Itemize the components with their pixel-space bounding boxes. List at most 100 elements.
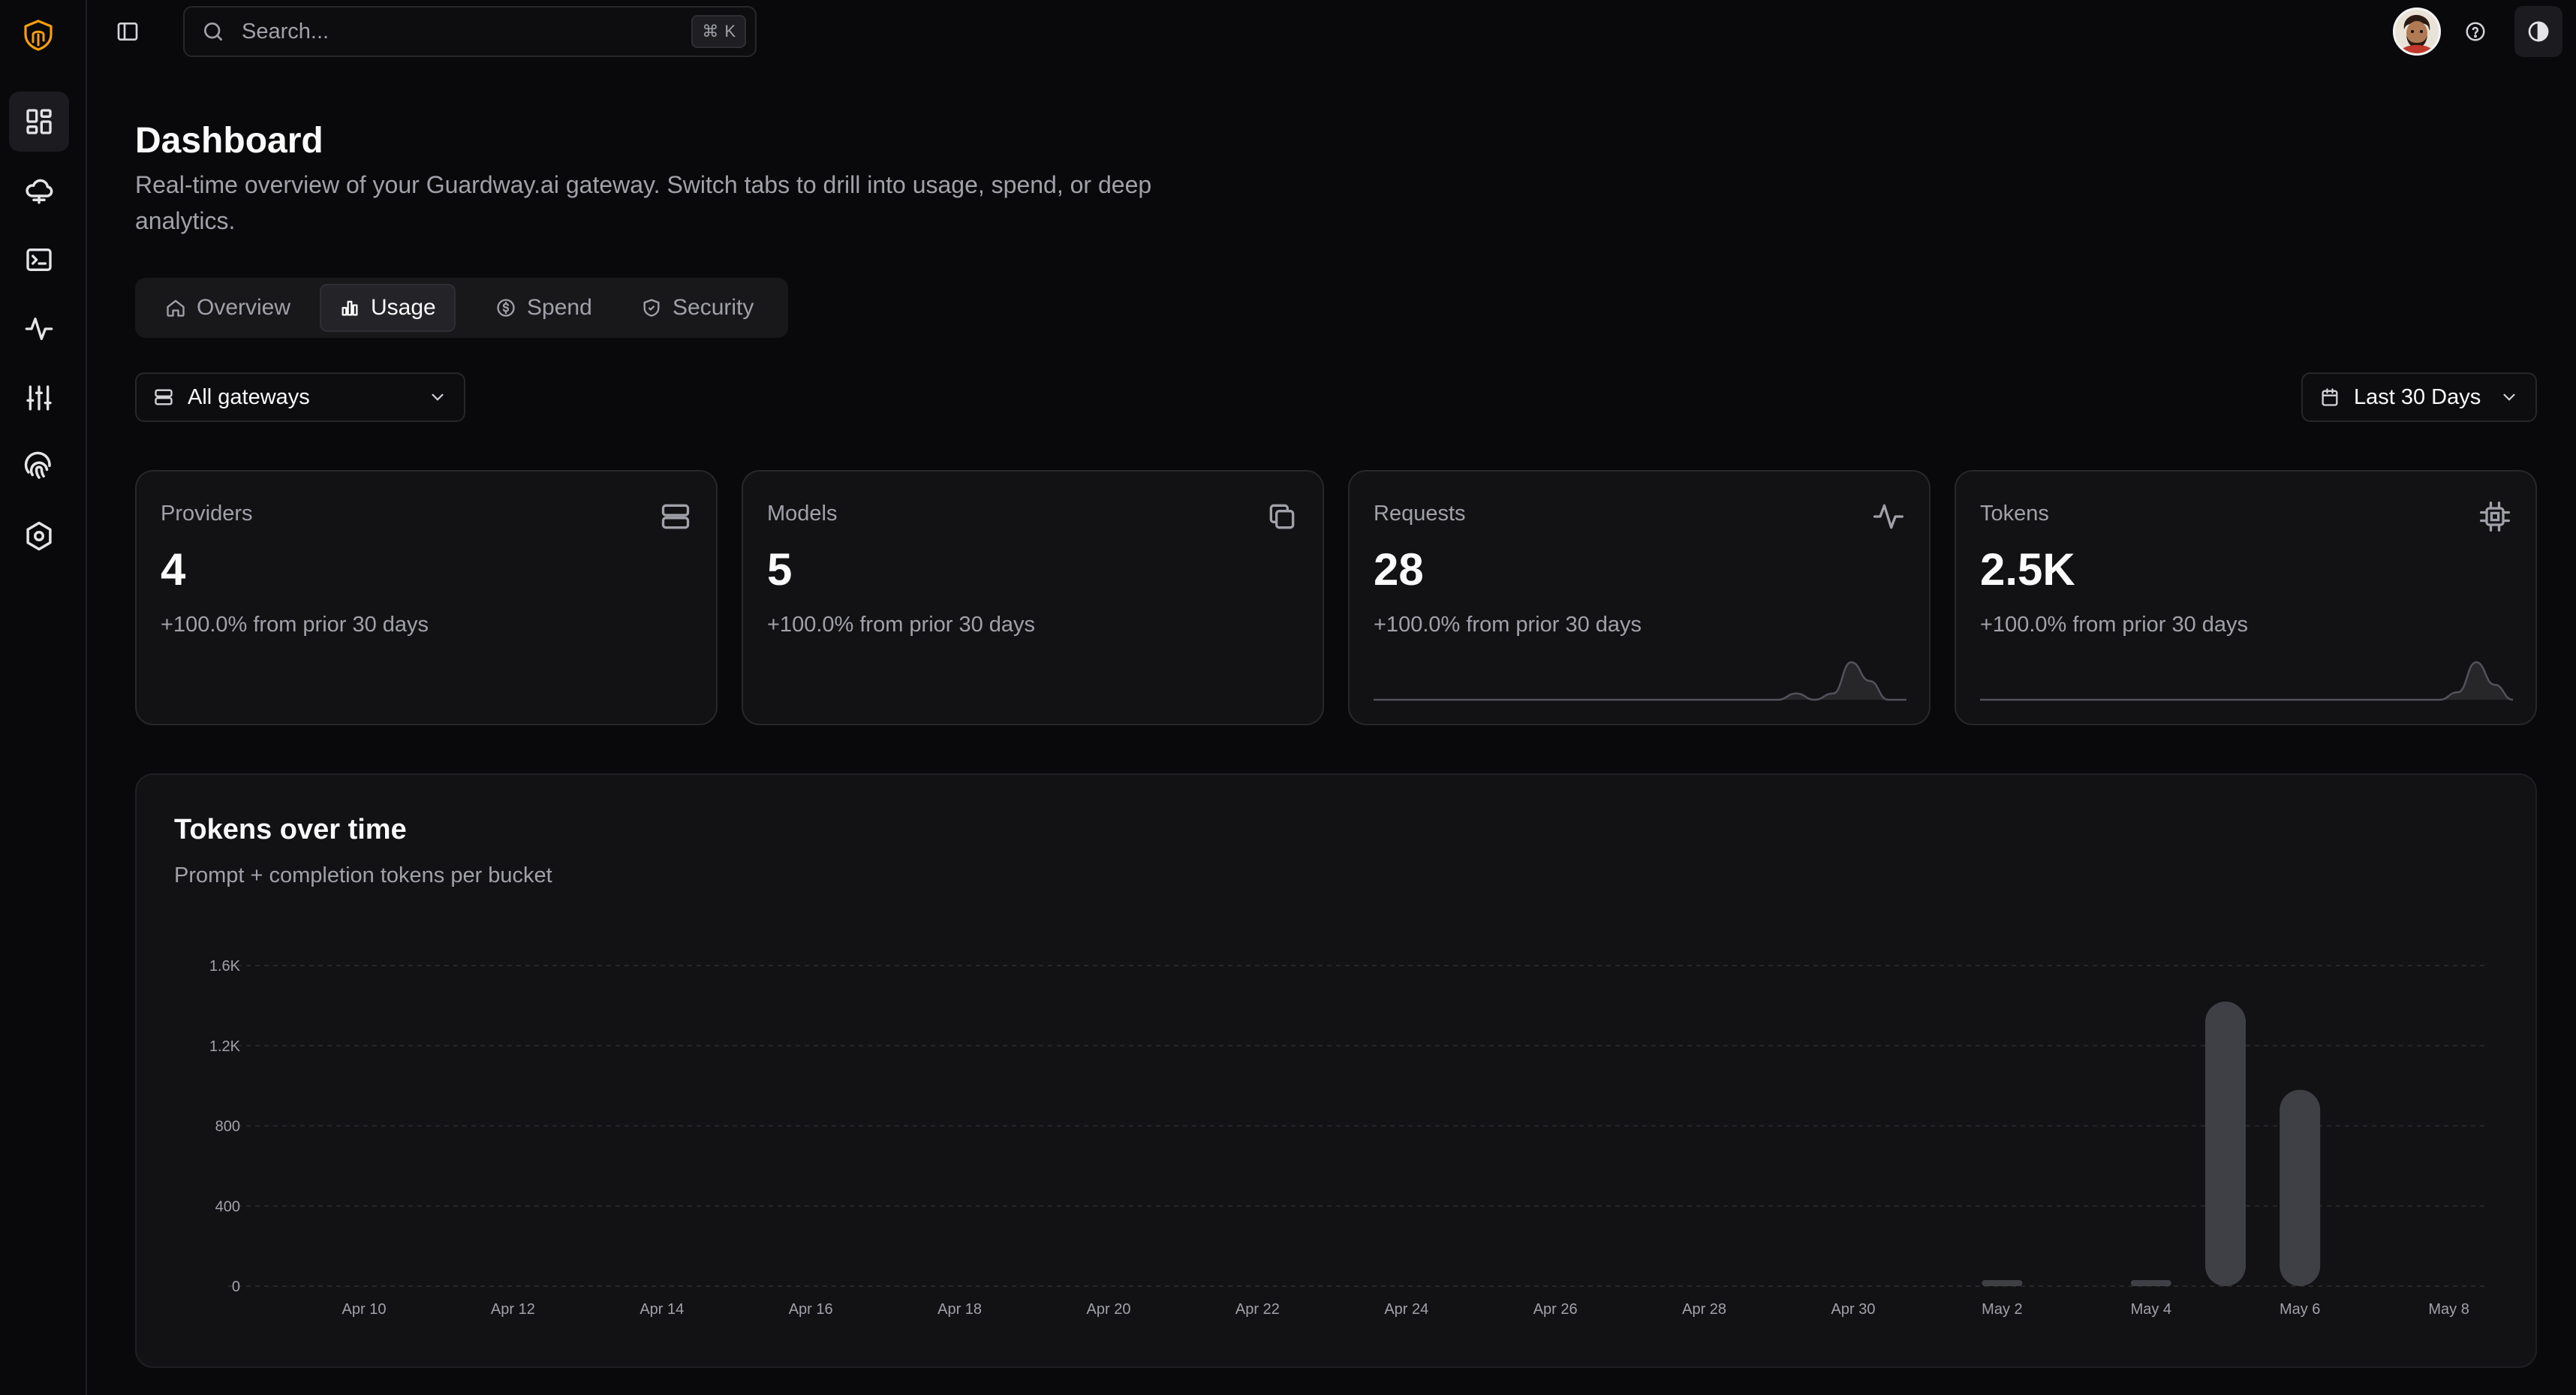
x-tick-label: Apr 20	[1087, 1301, 1131, 1318]
tokens-sparkline	[1980, 661, 2513, 701]
activity-icon	[24, 314, 54, 344]
tab-overview[interactable]: Overview	[147, 284, 308, 332]
fingerprint-icon	[23, 451, 55, 483]
x-tick-label: Apr 18	[937, 1301, 982, 1318]
tab-security[interactable]: Security	[623, 284, 772, 332]
bar	[2280, 1089, 2321, 1286]
x-tick-label: Apr 14	[639, 1301, 684, 1318]
stat-label: Requests	[1374, 502, 1466, 526]
gateway-select[interactable]: All gateways	[135, 372, 465, 422]
help-circle-icon	[2464, 20, 2487, 43]
bar	[2205, 1002, 2246, 1286]
guardway-logo-icon[interactable]	[21, 18, 56, 53]
copy-icon	[1265, 500, 1299, 533]
shortcut-symbol: ⌘	[702, 22, 719, 41]
chevron-down-icon	[2499, 387, 2519, 407]
y-tick-label: 0	[232, 1279, 240, 1295]
y-tick-label: 1.2K	[209, 1038, 241, 1055]
cpu-icon	[2478, 500, 2511, 533]
chevron-down-icon	[428, 387, 447, 407]
shortcut-key: K	[724, 22, 736, 41]
search-shortcut: ⌘ K	[691, 15, 746, 48]
stat-value: 4	[161, 544, 186, 595]
contrast-icon	[2526, 20, 2550, 44]
tab-spend[interactable]: Spend	[477, 284, 610, 332]
nav-cloud[interactable]	[9, 161, 69, 221]
terminal-icon	[24, 245, 54, 275]
stat-change: +100.0% from prior 30 days	[161, 613, 429, 637]
x-tick-label: May 4	[2131, 1301, 2171, 1318]
y-tick-label: 800	[215, 1119, 240, 1135]
x-tick-label: Apr 10	[342, 1301, 387, 1318]
stat-label: Tokens	[1980, 502, 2049, 526]
tab-usage[interactable]: Usage	[320, 284, 456, 332]
tab-usage-label: Usage	[371, 295, 436, 320]
sliders-icon	[24, 383, 54, 413]
stat-value: 5	[767, 544, 793, 595]
x-tick-label: Apr 22	[1235, 1301, 1280, 1318]
y-tick-label: 1.6K	[209, 958, 241, 975]
gateway-select-value: All gateways	[188, 384, 310, 409]
dollar-circle-icon	[495, 297, 516, 318]
settings-hex-icon	[23, 520, 55, 552]
x-tick-label: Apr 16	[789, 1301, 833, 1318]
stat-change: +100.0% from prior 30 days	[767, 613, 1036, 637]
dashboard-tabs: Overview Usage Spend Security	[135, 278, 788, 338]
x-tick-label: Apr 28	[1682, 1301, 1726, 1318]
sidebar-toggle-button[interactable]	[113, 17, 143, 47]
stat-card-requests: Requests 28 +100.0% from prior 30 days	[1348, 470, 1930, 725]
activity-icon	[1872, 500, 1905, 533]
x-tick-label: Apr 30	[1831, 1301, 1876, 1318]
nav-terminal[interactable]	[9, 230, 69, 290]
tab-overview-label: Overview	[197, 295, 291, 320]
x-tick-label: Apr 26	[1533, 1301, 1578, 1318]
page-title: Dashboard	[135, 121, 324, 161]
nav-activity[interactable]	[9, 299, 69, 359]
server-icon	[659, 500, 692, 533]
tokens-over-time-card: 0 400 800 1.2K 1.6K Apr 10 Apr 12 Apr 14 Apr 16 A…	[135, 773, 2537, 1368]
avatar[interactable]	[2393, 8, 2441, 56]
server-icon	[153, 387, 174, 408]
help-button[interactable]	[2460, 17, 2490, 47]
chart-subtitle: Prompt + completion tokens per bucket	[174, 863, 552, 887]
nav-settings[interactable]	[9, 506, 69, 566]
shield-icon	[641, 297, 662, 318]
x-tick-label: May 6	[2280, 1301, 2320, 1318]
tab-security-label: Security	[673, 295, 754, 320]
page-subtitle: Real-time overview of your Guardway.ai g…	[135, 171, 1152, 234]
x-tick-label: May 2	[1982, 1301, 2022, 1318]
dashboard-icon	[24, 107, 54, 137]
search-icon	[201, 20, 225, 44]
nav-sliders[interactable]	[9, 368, 69, 428]
stat-card-providers: Providers 4 +100.0% from prior 30 days	[135, 470, 718, 725]
y-tick-label: 400	[215, 1198, 240, 1215]
date-range-select[interactable]: Last 30 Days	[2301, 372, 2537, 422]
calendar-icon	[2319, 387, 2340, 408]
bar	[2130, 1280, 2171, 1286]
search-input[interactable]: Search... ⌘ K	[183, 6, 757, 57]
sidebar	[0, 0, 87, 1395]
sparkline-line	[1980, 661, 2513, 701]
stat-value: 2.5K	[1980, 544, 2075, 595]
sparkline-line	[1374, 661, 1906, 701]
stat-value: 28	[1374, 544, 1424, 595]
home-icon	[165, 297, 186, 318]
panel-left-icon	[116, 20, 140, 44]
cloud-icon	[23, 175, 55, 206]
theme-toggle-button[interactable]	[2514, 6, 2562, 57]
bar	[1982, 1280, 2023, 1286]
search-placeholder: Search...	[242, 19, 330, 44]
nav-fingerprint[interactable]	[9, 437, 69, 497]
chart-title: Tokens over time	[174, 814, 407, 845]
bar-chart-icon	[339, 297, 360, 318]
stat-label: Providers	[161, 502, 253, 526]
tab-spend-label: Spend	[527, 295, 592, 320]
stat-card-tokens: Tokens 2.5K +100.0% from prior 30 days	[1955, 470, 2537, 725]
x-tick-label: Apr 12	[491, 1301, 535, 1318]
requests-sparkline	[1374, 661, 1906, 701]
stat-label: Models	[767, 502, 838, 526]
stat-card-models: Models 5 +100.0% from prior 30 days	[742, 470, 1324, 725]
nav-dashboard[interactable]	[9, 92, 69, 152]
topbar: Search... ⌘ K	[86, 0, 2576, 63]
date-range-value: Last 30 Days	[2354, 384, 2481, 409]
